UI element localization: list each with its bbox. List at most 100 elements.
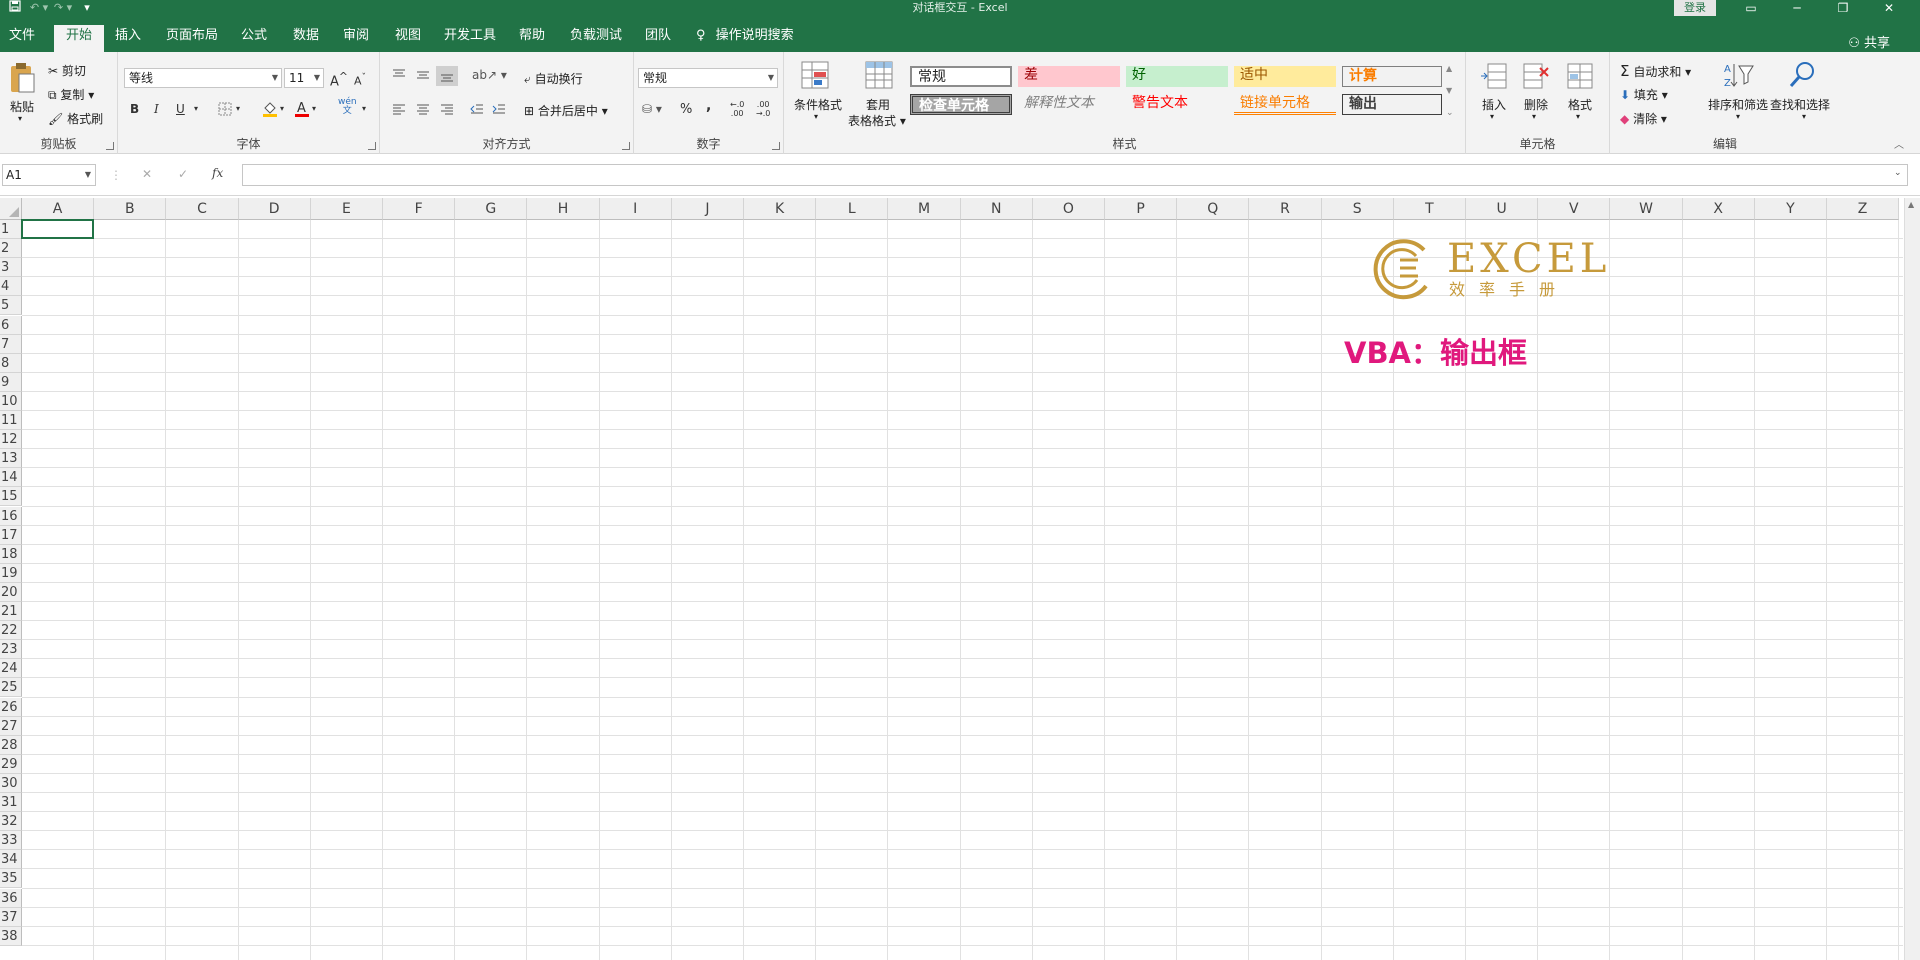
row-header-23[interactable]: 23 — [0, 640, 22, 660]
formula-input[interactable] — [242, 164, 1908, 186]
copy-button[interactable]: ⧉ 复制 ▾ — [48, 86, 94, 103]
conditional-format-icon[interactable] — [800, 60, 830, 93]
row-header-26[interactable]: 26 — [0, 697, 22, 717]
column-header-c[interactable]: C — [166, 198, 239, 220]
column-header-q[interactable]: Q — [1177, 198, 1250, 220]
restore-icon[interactable]: ❐ — [1822, 0, 1864, 16]
paste-dropdown-icon[interactable]: ▾ — [18, 114, 22, 123]
format-cells-label[interactable]: 格式 — [1568, 96, 1592, 113]
column-header-r[interactable]: R — [1249, 198, 1322, 220]
column-header-z[interactable]: Z — [1827, 198, 1900, 220]
row-header-2[interactable]: 2 — [0, 239, 22, 259]
ribbon-display-icon[interactable]: ▭ — [1730, 0, 1772, 16]
style-neutral[interactable]: 适中 — [1234, 66, 1336, 87]
row-header-29[interactable]: 29 — [0, 754, 22, 774]
insert-cells-icon[interactable] — [1480, 62, 1508, 93]
column-header-o[interactable]: O — [1032, 198, 1105, 220]
paste-label[interactable]: 粘贴 — [10, 98, 34, 115]
number-format-select[interactable]: 常规 ▼ — [638, 68, 778, 88]
row-header-25[interactable]: 25 — [0, 678, 22, 698]
clipboard-launcher-icon[interactable] — [106, 142, 114, 150]
column-header-p[interactable]: P — [1105, 198, 1178, 220]
column-header-y[interactable]: Y — [1754, 198, 1827, 220]
column-header-h[interactable]: H — [527, 198, 600, 220]
clear-button[interactable]: ◆ 清除 ▾ — [1620, 110, 1667, 127]
bold-button[interactable]: B — [130, 102, 139, 116]
find-dropdown-icon[interactable]: ▾ — [1802, 112, 1806, 121]
conditional-format-dropdown-icon[interactable]: ▾ — [814, 112, 818, 121]
login-button[interactable]: 登录 — [1674, 0, 1716, 16]
format-dropdown-icon[interactable]: ▾ — [1576, 112, 1580, 121]
row-header-12[interactable]: 12 — [0, 430, 22, 450]
row-header-15[interactable]: 15 — [0, 487, 22, 507]
tab-team[interactable]: 团队 — [640, 25, 676, 52]
formula-bar-splitter-icon[interactable]: ⋮ — [110, 168, 122, 182]
row-header-36[interactable]: 36 — [0, 888, 22, 908]
format-as-table-label-2[interactable]: 表格格式 ▾ — [848, 112, 906, 129]
align-top-icon[interactable] — [392, 68, 406, 85]
comma-button[interactable]: , — [706, 98, 711, 114]
style-good[interactable]: 好 — [1126, 66, 1228, 87]
tell-me-box[interactable]: ♀ 操作说明搜索 — [696, 25, 816, 52]
vertical-scrollbar[interactable]: ▲ — [1904, 198, 1920, 960]
row-header-13[interactable]: 13 — [0, 449, 22, 469]
cancel-icon[interactable]: ✕ — [142, 167, 152, 181]
wrap-text-button[interactable]: ⤶ 自动换行 — [524, 70, 583, 87]
tab-insert[interactable]: 插入 — [110, 25, 146, 52]
row-header-22[interactable]: 22 — [0, 621, 22, 641]
align-left-icon[interactable] — [392, 102, 406, 119]
row-header-27[interactable]: 27 — [0, 716, 22, 736]
select-all-corner[interactable] — [0, 198, 22, 220]
insert-function-icon[interactable]: fx — [212, 166, 223, 180]
expand-formula-bar-icon[interactable]: ⌄ — [1894, 168, 1902, 178]
row-header-34[interactable]: 34 — [0, 850, 22, 870]
tab-help[interactable]: 帮助 — [514, 25, 550, 52]
style-output[interactable]: 输出 — [1342, 94, 1442, 115]
alignment-launcher-icon[interactable] — [622, 142, 630, 150]
row-header-16[interactable]: 16 — [0, 506, 22, 526]
column-header-m[interactable]: M — [888, 198, 961, 220]
sort-filter-label[interactable]: 排序和筛选 — [1708, 96, 1768, 113]
increase-indent-icon[interactable] — [492, 102, 506, 119]
active-cell-a1[interactable] — [21, 219, 95, 240]
align-right-icon[interactable] — [440, 102, 454, 119]
format-as-table-icon[interactable] — [864, 60, 894, 93]
collapse-ribbon-icon[interactable]: ︿ — [1894, 136, 1904, 151]
row-header-38[interactable]: 38 — [0, 926, 22, 946]
paste-icon[interactable] — [8, 62, 36, 97]
accounting-format-icon[interactable]: ⛁ ▾ — [642, 102, 662, 116]
scroll-up-arrow-icon[interactable]: ▲ — [1908, 200, 1914, 209]
conditional-format-label[interactable]: 条件格式 — [794, 96, 842, 113]
close-icon[interactable]: ✕ — [1868, 0, 1910, 16]
column-header-b[interactable]: B — [94, 198, 167, 220]
fill-color-dropdown-icon[interactable]: ▾ — [280, 104, 284, 113]
phonetic-dropdown-icon[interactable]: ▾ — [362, 104, 366, 113]
find-select-icon[interactable] — [1788, 60, 1818, 93]
column-header-x[interactable]: X — [1682, 198, 1755, 220]
styles-more-icon[interactable]: ⌄ — [1446, 108, 1454, 118]
column-header-g[interactable]: G — [455, 198, 528, 220]
tab-view[interactable]: 视图 — [390, 25, 426, 52]
font-size-select[interactable]: 11 ▼ — [284, 68, 324, 88]
row-header-18[interactable]: 18 — [0, 544, 22, 564]
italic-button[interactable]: I — [154, 102, 159, 116]
increase-decimal-icon[interactable]: ←.0.00 — [730, 100, 744, 118]
column-header-v[interactable]: V — [1538, 198, 1611, 220]
delete-cells-label[interactable]: 删除 — [1524, 96, 1548, 113]
style-calculation[interactable]: 计算 — [1342, 66, 1442, 87]
column-header-i[interactable]: I — [599, 198, 672, 220]
row-header-17[interactable]: 17 — [0, 525, 22, 545]
grow-font-button[interactable]: A^ — [330, 70, 348, 89]
column-header-f[interactable]: F — [383, 198, 456, 220]
column-header-u[interactable]: U — [1466, 198, 1539, 220]
row-header-14[interactable]: 14 — [0, 468, 22, 488]
column-header-j[interactable]: J — [671, 198, 744, 220]
delete-dropdown-icon[interactable]: ▾ — [1532, 112, 1536, 121]
style-normal[interactable]: 常规 — [910, 66, 1012, 87]
font-launcher-icon[interactable] — [368, 142, 376, 150]
row-header-21[interactable]: 21 — [0, 602, 22, 622]
column-header-a[interactable]: A — [22, 198, 95, 220]
column-header-w[interactable]: W — [1610, 198, 1683, 220]
column-header-t[interactable]: T — [1393, 198, 1466, 220]
cut-button[interactable]: ✂ 剪切 — [48, 62, 86, 79]
